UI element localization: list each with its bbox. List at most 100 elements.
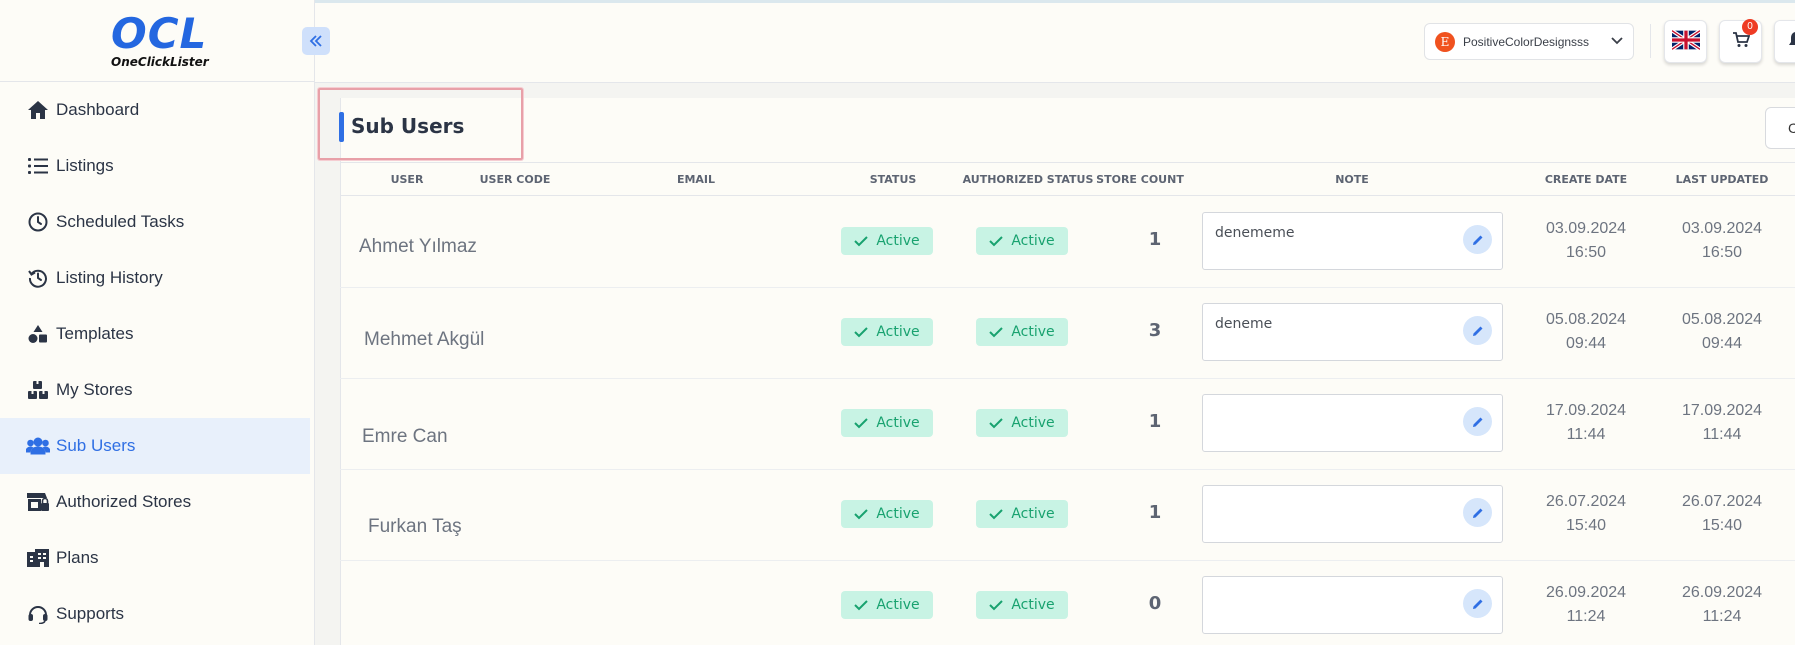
authorized-status-label: Active <box>1011 233 1055 249</box>
store-count: 3 <box>1148 320 1162 341</box>
last-updated-time: 09:44 <box>1701 335 1743 352</box>
last-updated: 26.07.2024 15:40 <box>1662 490 1782 538</box>
store-lock-icon <box>26 490 50 514</box>
sidebar-item-listings[interactable]: Listings <box>0 138 310 194</box>
sidebar-item-dashboard[interactable]: Dashboard <box>0 82 310 138</box>
status-label: Active <box>876 415 920 431</box>
last-updated: 17.09.2024 11:44 <box>1662 399 1782 447</box>
edit-note-button[interactable] <box>1463 316 1492 345</box>
sidebar-item-label: Sub Users <box>56 436 136 455</box>
logo[interactable]: OCL <box>111 13 207 55</box>
sidebar-item-supports[interactable]: Supports <box>0 586 310 642</box>
column-header-note[interactable]: NOTE <box>1335 173 1369 186</box>
table-row: Mehmet Akgül Active Active 3 deneme 05.0… <box>340 288 1795 379</box>
user-name: Mehmet Akgül <box>364 329 485 350</box>
status-label: Active <box>876 506 920 522</box>
column-header-email[interactable]: EMAIL <box>677 173 715 186</box>
column-header-user-code[interactable]: USER CODE <box>480 173 551 186</box>
logo-area: OCL OneClickLister <box>0 3 315 82</box>
header-action-button[interactable]: C <box>1765 107 1795 149</box>
sidebar-item-label: Supports <box>56 604 125 623</box>
title-accent-bar <box>339 112 344 142</box>
status-badge: Active <box>841 318 933 346</box>
authorized-status-label: Active <box>1011 506 1055 522</box>
store-count: 1 <box>1148 411 1162 432</box>
user-name: Emre Can <box>362 426 448 447</box>
table-row: Active Active 0 26.09.2024 11:24 26.09.2… <box>340 561 1795 645</box>
chevron-down-icon <box>1611 34 1623 49</box>
authorized-status-badge: Active <box>976 500 1068 528</box>
column-header-create-date[interactable]: CREATE DATE <box>1545 173 1627 186</box>
store-selector[interactable]: E PositiveColorDesignsss <box>1424 23 1634 60</box>
last-updated: 26.09.2024 11:24 <box>1662 581 1782 629</box>
authorized-status-label: Active <box>1011 324 1055 340</box>
check-icon <box>854 236 869 247</box>
sidebar-item-authorized-stores[interactable]: Authorized Stores <box>0 474 310 530</box>
check-icon <box>854 600 869 611</box>
shapes-icon <box>26 322 50 346</box>
last-updated-day: 26.07.2024 <box>1681 493 1763 510</box>
table-header: USER USER CODE EMAIL STATUS AUTHORIZED S… <box>340 162 1795 196</box>
sidebar-nav: Dashboard Listings Scheduled Tasks Listi… <box>0 82 315 642</box>
sidebar-item-templates[interactable]: Templates <box>0 306 310 362</box>
edit-note-button[interactable] <box>1463 225 1492 254</box>
table-row: Emre Can Active Active 1 17.09.2024 11:4… <box>340 379 1795 470</box>
users-icon <box>26 434 50 458</box>
page-title: Sub Users <box>351 114 465 138</box>
header-divider <box>1650 24 1651 58</box>
note-field[interactable] <box>1202 576 1503 634</box>
sidebar-item-label: Scheduled Tasks <box>56 212 185 231</box>
table-row: Ahmet Yılmaz Active Active 1 denememe 03… <box>340 197 1795 288</box>
collapse-sidebar-button[interactable] <box>302 27 330 55</box>
sidebar-item-plans[interactable]: Plans <box>0 530 310 586</box>
sidebar-item-sub-users[interactable]: Sub Users <box>0 418 310 474</box>
check-icon <box>989 236 1004 247</box>
column-header-store-count[interactable]: STORE COUNT <box>1096 173 1184 186</box>
edit-note-button[interactable] <box>1463 498 1492 527</box>
create-date-day: 26.07.2024 <box>1545 493 1627 510</box>
sidebar-item-label: Listings <box>56 156 114 175</box>
sidebar-item-scheduled-tasks[interactable]: Scheduled Tasks <box>0 194 310 250</box>
user-name: Furkan Taş <box>368 516 462 537</box>
check-icon <box>989 418 1004 429</box>
authorized-status-badge: Active <box>976 409 1068 437</box>
column-header-authorized-status[interactable]: AUTHORIZED STATUS <box>963 173 1094 186</box>
uk-flag-icon <box>1670 28 1701 54</box>
create-date-time: 09:44 <box>1565 335 1607 352</box>
last-updated: 05.08.2024 09:44 <box>1662 308 1782 356</box>
note-field[interactable] <box>1202 485 1503 543</box>
cart-button[interactable]: 0 <box>1719 19 1762 63</box>
column-header-last-updated[interactable]: LAST UPDATED <box>1676 173 1769 186</box>
edit-note-button[interactable] <box>1463 407 1492 436</box>
column-header-status[interactable]: STATUS <box>870 173 917 186</box>
sidebar-item-my-stores[interactable]: My Stores <box>0 362 310 418</box>
sidebar-item-listing-history[interactable]: Listing History <box>0 250 310 306</box>
last-updated-day: 03.09.2024 <box>1681 220 1763 237</box>
status-label: Active <box>876 233 920 249</box>
plans-icon <box>26 546 50 570</box>
notifications-button[interactable] <box>1774 20 1795 63</box>
create-date: 26.09.2024 11:24 <box>1526 581 1646 629</box>
table-row: Furkan Taş Active Active 1 26.07.2024 15… <box>340 470 1795 561</box>
bell-icon <box>1788 31 1795 53</box>
user-name: Ahmet Yılmaz <box>359 236 477 257</box>
sidebar-item-label: Plans <box>56 548 99 567</box>
last-updated-day: 26.09.2024 <box>1681 584 1763 601</box>
note-field[interactable] <box>1202 394 1503 452</box>
headset-icon <box>26 602 50 626</box>
pencil-icon <box>1472 508 1482 518</box>
check-icon <box>989 600 1004 611</box>
pencil-icon <box>1472 235 1482 245</box>
status-badge: Active <box>841 409 933 437</box>
sidebar-item-label: My Stores <box>56 380 133 399</box>
edit-note-button[interactable] <box>1463 589 1492 618</box>
create-date-day: 26.09.2024 <box>1545 584 1627 601</box>
sidebar-item-label: Listing History <box>56 268 163 287</box>
note-field[interactable]: denememe <box>1202 212 1503 270</box>
logo-subtitle: OneClickLister <box>111 55 209 69</box>
column-header-user[interactable]: USER <box>391 173 424 186</box>
authorized-status-badge: Active <box>976 318 1068 346</box>
pencil-icon <box>1472 417 1482 427</box>
note-field[interactable]: deneme <box>1202 303 1503 361</box>
language-button[interactable] <box>1664 20 1707 63</box>
